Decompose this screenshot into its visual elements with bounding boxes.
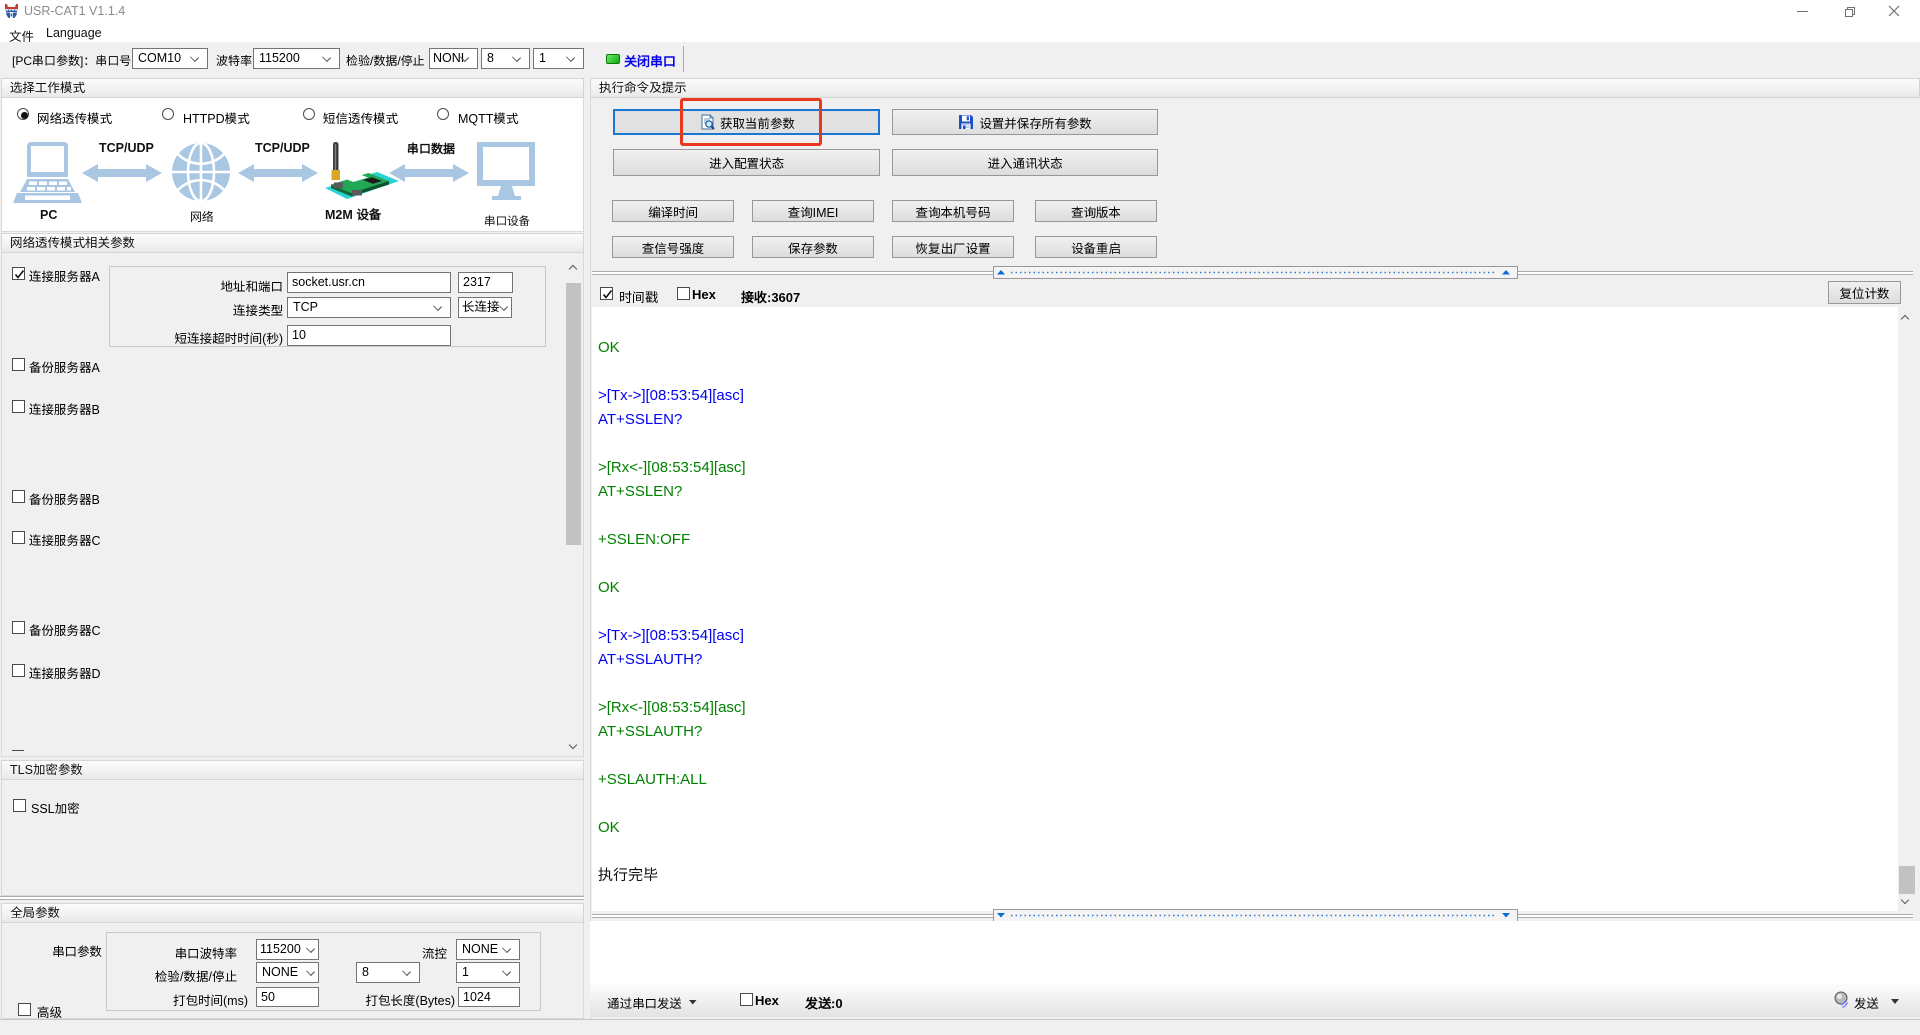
svg-text:串口设备: 串口设备: [484, 215, 530, 228]
svg-text:TCP/UDP: TCP/UDP: [255, 141, 310, 155]
svg-text:网络: 网络: [190, 210, 214, 224]
svg-text:TCP/UDP: TCP/UDP: [99, 141, 154, 155]
svg-text:串口数据: 串口数据: [407, 142, 455, 156]
svg-text:M2M 设备: M2M 设备: [325, 207, 382, 222]
svg-text:PC: PC: [40, 208, 57, 222]
